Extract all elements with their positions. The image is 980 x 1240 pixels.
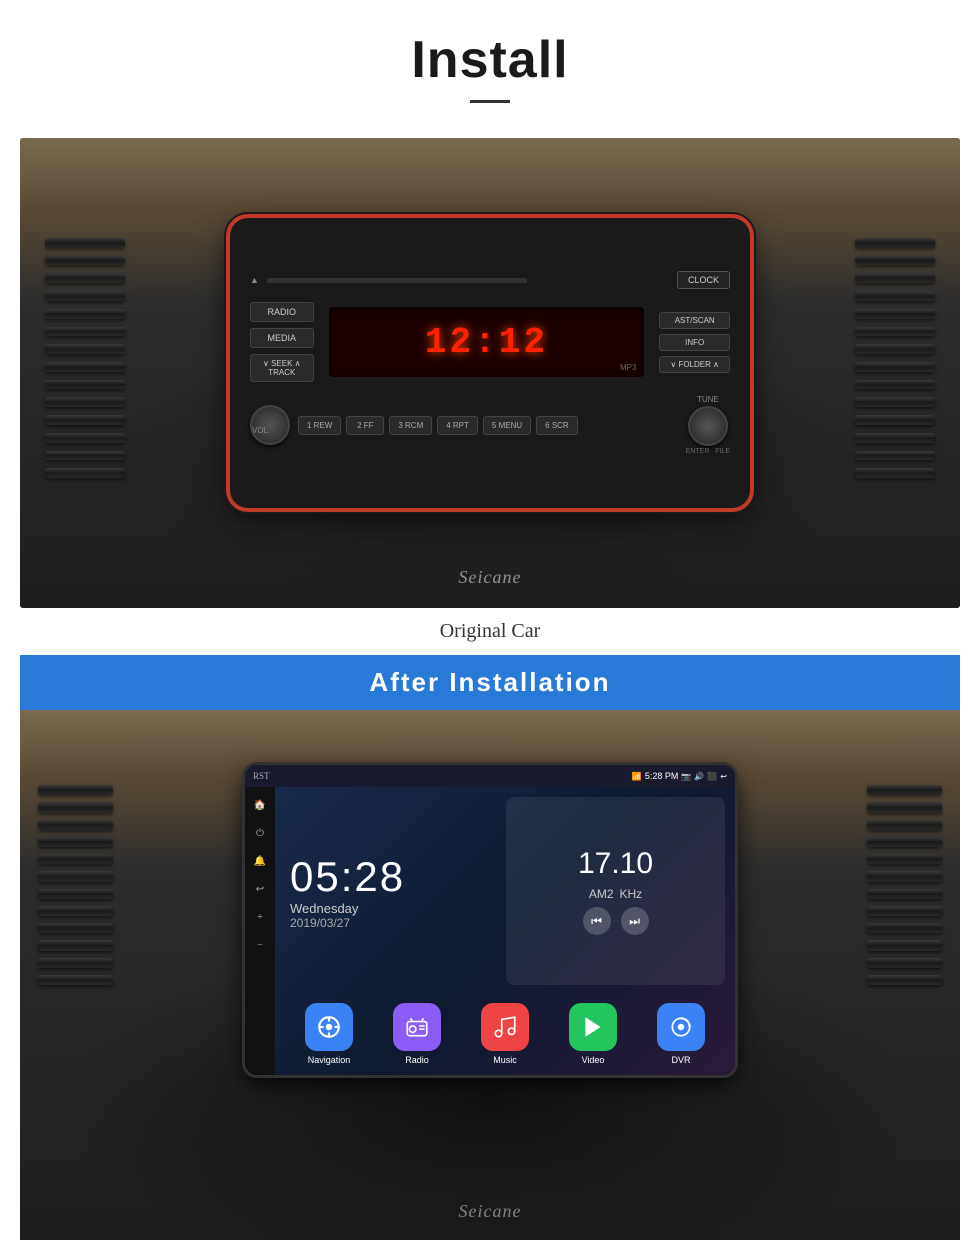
radio-prev-button[interactable]: ⏮	[583, 907, 611, 935]
status-time: 5:28 PM	[645, 771, 679, 781]
nav-home-icon[interactable]: 🏠	[252, 797, 268, 813]
navigation-label: Navigation	[308, 1055, 351, 1065]
preset-2[interactable]: 2 FF	[346, 416, 384, 435]
radio-buttons-right: AST/SCAN INFO ∨ FOLDER ∧	[659, 312, 730, 373]
preset-6[interactable]: 6 SCR	[536, 416, 578, 435]
nav-back-icon[interactable]: ↩	[252, 881, 268, 897]
original-radio-unit: ▲ CLOCK RADIO MEDIA ∨ SEEK ∧TRACK 12:12 …	[230, 218, 750, 508]
after-banner-text: After Installation	[369, 667, 610, 698]
app-icons-row: Navigation Radio Music	[275, 995, 735, 1075]
nav-vol-up-icon[interactable]: +	[252, 909, 268, 925]
radio-display-time: 12:12	[425, 322, 548, 363]
radio-label: Radio	[405, 1055, 429, 1065]
camera-status-icon: 📷	[681, 772, 691, 781]
vent-left-after	[38, 785, 113, 985]
video-app-icon[interactable]	[569, 1003, 617, 1051]
header-section: Install	[0, 0, 980, 138]
radio-button[interactable]: RADIO	[250, 302, 314, 322]
radio-bottom: VOL 1 REW 2 FF 3 RCM 4 RPT 5 MENU 6 SCR …	[230, 387, 750, 463]
wifi-icon: 📶	[632, 772, 642, 781]
original-car-wrapper: ▲ CLOCK RADIO MEDIA ∨ SEEK ∧TRACK 12:12 …	[20, 138, 960, 655]
after-installation-banner: After Installation	[20, 655, 960, 710]
app-navigation[interactable]: Navigation	[305, 1003, 353, 1065]
navigation-icon[interactable]	[305, 1003, 353, 1051]
preset-5[interactable]: 5 MENU	[483, 416, 531, 435]
music-app-icon[interactable]	[481, 1003, 529, 1051]
title-divider	[470, 100, 510, 103]
original-car-caption: Original Car	[20, 608, 960, 655]
app-music[interactable]: Music	[481, 1003, 529, 1065]
seek-track-button[interactable]: ∨ SEEK ∧TRACK	[250, 354, 314, 382]
music-label: Music	[493, 1055, 517, 1065]
android-nav-bar: 🏠 ⏻ 🔔 ↩ + −	[245, 787, 275, 1075]
ast-scan-button[interactable]: AST/SCAN	[659, 312, 730, 329]
media-button[interactable]: MEDIA	[250, 328, 314, 348]
radio-middle: RADIO MEDIA ∨ SEEK ∧TRACK 12:12 MP3 AST/…	[230, 297, 750, 387]
volume-status-icon: 🔊	[694, 772, 704, 781]
clock-button[interactable]: CLOCK	[677, 271, 730, 289]
video-label: Video	[582, 1055, 605, 1065]
nav-vol-down-icon[interactable]: −	[252, 937, 268, 953]
after-car-wrapper: RST 📶 5:28 PM 📷 🔊 ⬛ ↩ 🏠 ⏻ 🔔 ↩ + −	[20, 710, 960, 1240]
radio-display: 12:12 MP3	[329, 307, 645, 377]
status-icons-right: 📶 5:28 PM 📷 🔊 ⬛ ↩	[632, 771, 727, 781]
radio-buttons-left: RADIO MEDIA ∨ SEEK ∧TRACK	[250, 302, 314, 382]
back-icon: ↩	[720, 772, 727, 781]
nav-power-icon[interactable]: ⏻	[252, 825, 268, 841]
screen-icon: ⬛	[707, 772, 717, 781]
radio-app-icon[interactable]	[393, 1003, 441, 1051]
app-radio[interactable]: Radio	[393, 1003, 441, 1065]
after-car-image: RST 📶 5:28 PM 📷 🔊 ⬛ ↩ 🏠 ⏻ 🔔 ↩ + −	[20, 710, 960, 1240]
cd-slot	[267, 278, 527, 283]
info-button[interactable]: INFO	[659, 334, 730, 351]
vent-right-after	[867, 785, 942, 985]
status-icons-left: RST	[253, 771, 270, 781]
radio-frequency: 17.10	[578, 847, 653, 881]
android-statusbar: RST 📶 5:28 PM 📷 🔊 ⬛ ↩	[245, 765, 735, 787]
preset-3[interactable]: 3 RCM	[389, 416, 432, 435]
folder-button[interactable]: ∨ FOLDER ∧	[659, 356, 730, 373]
app-dvr[interactable]: DVR	[657, 1003, 705, 1065]
radio-unit: KHz	[620, 887, 643, 901]
page-title: Install	[0, 30, 980, 90]
android-date: 2019/03/27	[290, 916, 493, 930]
vent-right	[855, 238, 935, 478]
preset-4[interactable]: 4 RPT	[437, 416, 478, 435]
android-head-unit: RST 📶 5:28 PM 📷 🔊 ⬛ ↩ 🏠 ⏻ 🔔 ↩ + −	[245, 765, 735, 1075]
seicane-watermark-after: Seicane	[459, 1201, 522, 1222]
original-car-image: ▲ CLOCK RADIO MEDIA ∨ SEEK ∧TRACK 12:12 …	[20, 138, 960, 608]
tune-knob[interactable]	[688, 406, 728, 446]
app-video[interactable]: Video	[569, 1003, 617, 1065]
radio-controls: ⏮ ⏭	[583, 907, 649, 935]
radio-next-button[interactable]: ⏭	[621, 907, 649, 935]
android-day: Wednesday	[290, 901, 493, 916]
preset-1[interactable]: 1 REW	[298, 416, 341, 435]
preset-buttons: 1 REW 2 FF 3 RCM 4 RPT 5 MENU 6 SCR	[298, 416, 678, 435]
android-radio-widget: 17.10 AM2 KHz ⏮ ⏭	[506, 797, 725, 985]
dvr-label: DVR	[671, 1055, 690, 1065]
clock-widget: 05:28 Wednesday 2019/03/27	[285, 797, 498, 985]
widget-area: 05:28 Wednesday 2019/03/27 17.10 AM2 KHz…	[275, 787, 735, 995]
dvr-app-icon[interactable]	[657, 1003, 705, 1051]
seicane-watermark-original: Seicane	[459, 567, 522, 588]
rst-icon: RST	[253, 771, 270, 781]
vent-left	[45, 238, 125, 478]
radio-band-area: AM2 KHz	[589, 887, 642, 901]
power-knob[interactable]	[250, 405, 290, 445]
nav-bell-icon[interactable]: 🔔	[252, 853, 268, 869]
android-clock-time: 05:28	[290, 853, 493, 901]
vol-label: VOL	[252, 426, 268, 435]
radio-band: AM2	[589, 887, 614, 901]
android-main-content: 05:28 Wednesday 2019/03/27 17.10 AM2 KHz…	[275, 787, 735, 1075]
mp3-label: MP3	[620, 363, 636, 372]
radio-top-section: ▲ CLOCK	[230, 263, 750, 297]
